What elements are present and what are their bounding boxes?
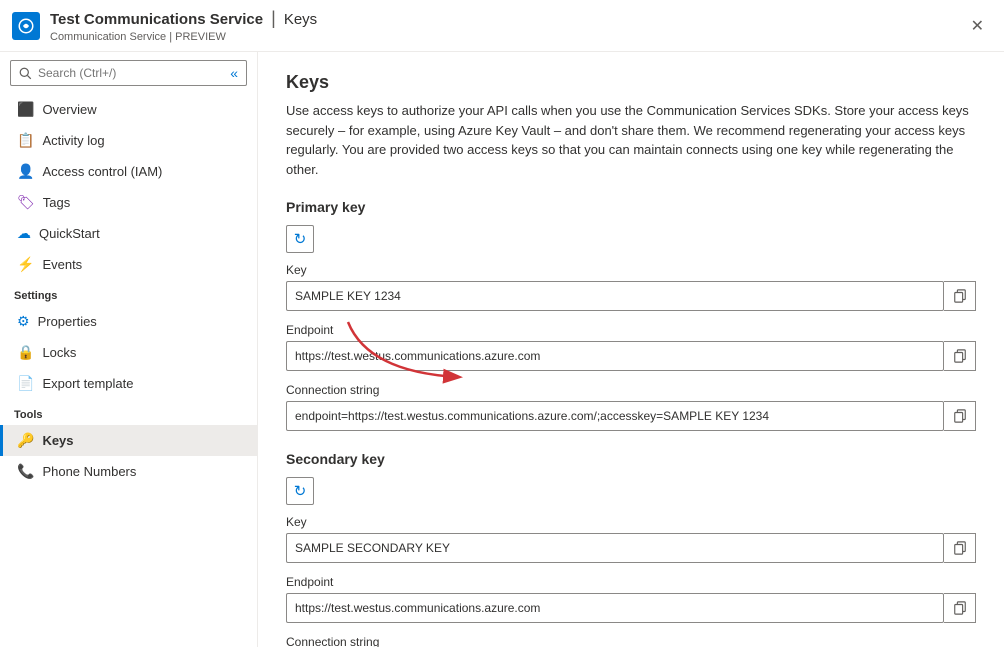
export-icon: 📄 xyxy=(17,375,34,392)
primary-connstring-row xyxy=(286,401,976,431)
copy-icon xyxy=(953,541,967,555)
sidebar-label-export: Export template xyxy=(42,376,133,391)
sidebar-item-locks[interactable]: 🔒 Locks xyxy=(0,337,257,368)
access-icon: 👤 xyxy=(17,163,34,180)
phone-icon: 📞 xyxy=(17,463,34,480)
refresh-icon: ↻ xyxy=(294,230,307,248)
collapse-button[interactable]: « xyxy=(230,65,238,81)
primary-connstring-copy-button[interactable] xyxy=(944,401,976,431)
primary-endpoint-row xyxy=(286,341,976,371)
tools-section-label: Tools xyxy=(0,399,257,425)
events-icon: ⚡ xyxy=(17,256,34,273)
close-button[interactable]: ✕ xyxy=(963,12,992,40)
service-name: Test Communications Service xyxy=(50,11,263,28)
activity-icon: 📋 xyxy=(17,132,34,149)
secondary-connstring-label: Connection string xyxy=(286,635,976,647)
sidebar-item-quickstart[interactable]: ☁ QuickStart xyxy=(0,218,257,249)
quickstart-icon: ☁ xyxy=(17,225,31,242)
primary-endpoint-input[interactable] xyxy=(286,341,944,371)
title-bar-left: Test Communications Service | Keys Commu… xyxy=(12,8,317,43)
primary-refresh-button[interactable]: ↻ xyxy=(286,225,314,253)
sidebar-item-tags[interactable]: 🏷 Tags xyxy=(0,187,257,218)
sidebar-label-events: Events xyxy=(42,257,82,272)
primary-connstring-input[interactable] xyxy=(286,401,944,431)
sidebar-label-quickstart: QuickStart xyxy=(39,226,100,241)
title-info: Test Communications Service | Keys Commu… xyxy=(50,8,317,43)
content-area: Keys Use access keys to authorize your A… xyxy=(258,52,1004,647)
primary-connstring-label: Connection string xyxy=(286,383,976,397)
locks-icon: 🔒 xyxy=(17,344,34,361)
sidebar-item-overview[interactable]: ⬛ Overview xyxy=(0,94,257,125)
settings-section-label: Settings xyxy=(0,280,257,306)
sidebar-label-phone: Phone Numbers xyxy=(42,464,136,479)
secondary-endpoint-label: Endpoint xyxy=(286,575,976,589)
secondary-refresh-icon: ↻ xyxy=(294,482,307,500)
sidebar-item-phone-numbers[interactable]: 📞 Phone Numbers xyxy=(0,456,257,487)
primary-key-label: Key xyxy=(286,263,976,277)
primary-endpoint-label: Endpoint xyxy=(286,323,976,337)
copy-icon xyxy=(953,289,967,303)
sidebar-label-locks: Locks xyxy=(42,345,76,360)
secondary-key-row xyxy=(286,533,976,563)
copy-icon xyxy=(953,601,967,615)
overview-icon: ⬛ xyxy=(17,101,34,118)
primary-key-title: Primary key xyxy=(286,199,976,215)
search-input[interactable] xyxy=(38,66,224,80)
sidebar: « ⬛ Overview 📋 Activity log 👤 Access con… xyxy=(0,52,258,647)
tags-icon: 🏷 xyxy=(17,194,35,211)
title-separator: | xyxy=(271,8,276,29)
sidebar-label-keys: Keys xyxy=(42,433,73,448)
page-title: Keys xyxy=(286,72,976,93)
secondary-endpoint-copy-button[interactable] xyxy=(944,593,976,623)
sidebar-label-access: Access control (IAM) xyxy=(42,164,162,179)
secondary-endpoint-row xyxy=(286,593,976,623)
sidebar-label-activity: Activity log xyxy=(42,133,104,148)
secondary-key-input[interactable] xyxy=(286,533,944,563)
primary-key-section: Primary key ↻ Key Endpoint xyxy=(286,199,976,431)
search-icon xyxy=(19,67,32,80)
primary-key-row xyxy=(286,281,976,311)
sidebar-item-events[interactable]: ⚡ Events xyxy=(0,249,257,280)
sidebar-label-overview: Overview xyxy=(42,102,96,117)
properties-icon: ⚙ xyxy=(17,313,30,330)
secondary-key-section: Secondary key ↻ Key Endpoint xyxy=(286,451,976,647)
main-layout: « ⬛ Overview 📋 Activity log 👤 Access con… xyxy=(0,52,1004,647)
sidebar-item-properties[interactable]: ⚙ Properties xyxy=(0,306,257,337)
copy-icon xyxy=(953,409,967,423)
title-bar: Test Communications Service | Keys Commu… xyxy=(0,0,1004,52)
primary-key-input[interactable] xyxy=(286,281,944,311)
secondary-key-title: Secondary key xyxy=(286,451,976,467)
page-description: Use access keys to authorize your API ca… xyxy=(286,101,976,179)
secondary-key-label: Key xyxy=(286,515,976,529)
secondary-endpoint-input[interactable] xyxy=(286,593,944,623)
sidebar-item-access-control[interactable]: 👤 Access control (IAM) xyxy=(0,156,257,187)
subtitle: Communication Service | PREVIEW xyxy=(50,31,317,43)
page-name: Keys xyxy=(284,11,317,28)
search-bar[interactable]: « xyxy=(10,60,247,86)
keys-icon: 🔑 xyxy=(17,432,34,449)
sidebar-label-tags: Tags xyxy=(43,195,70,210)
service-icon xyxy=(12,12,40,40)
secondary-refresh-button[interactable]: ↻ xyxy=(286,477,314,505)
primary-endpoint-copy-button[interactable] xyxy=(944,341,976,371)
primary-key-copy-button[interactable] xyxy=(944,281,976,311)
copy-icon xyxy=(953,349,967,363)
sidebar-item-keys[interactable]: 🔑 Keys xyxy=(0,425,257,456)
sidebar-label-properties: Properties xyxy=(38,314,97,329)
secondary-key-copy-button[interactable] xyxy=(944,533,976,563)
sidebar-item-activity-log[interactable]: 📋 Activity log xyxy=(0,125,257,156)
sidebar-item-export-template[interactable]: 📄 Export template xyxy=(0,368,257,399)
